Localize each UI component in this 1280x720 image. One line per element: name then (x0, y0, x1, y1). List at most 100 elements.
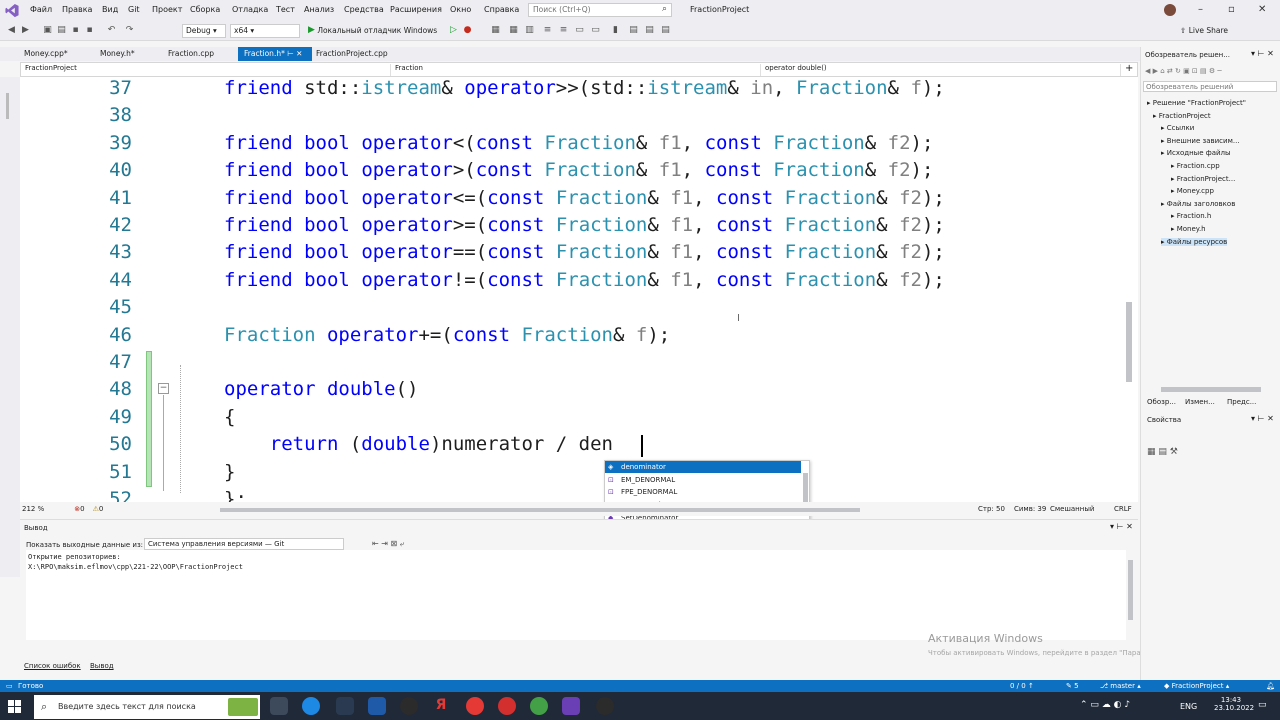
code-line[interactable]: return (double)numerator / den (224, 433, 613, 455)
keyboard-language[interactable]: ENG (1180, 702, 1197, 711)
code-line[interactable]: friend bool operator>(const Fraction& f1… (224, 159, 933, 181)
menu-tools[interactable]: Средства (344, 5, 384, 14)
member-dropdown[interactable]: operator double() (761, 64, 1121, 76)
menu-view[interactable]: Вид (102, 5, 118, 14)
menu-git[interactable]: Git (128, 5, 140, 14)
edge-icon[interactable] (302, 697, 320, 715)
output-toolbar-icons[interactable]: ⇤ ⇥ ⊠ ⤶ (372, 539, 404, 549)
code-line[interactable]: }; (224, 488, 247, 502)
tray-icons[interactable]: ⌃ ▭ ☁ ◐ ♪ (1080, 700, 1130, 710)
status-counts[interactable]: 0 / 0 ↑ (1010, 682, 1034, 690)
solution-tree-item[interactable]: ▸ Fraction.cpp (1171, 162, 1220, 170)
run-button[interactable]: ▶ Локальный отладчик Windows (308, 25, 437, 35)
horizontal-scrollbar[interactable] (220, 508, 860, 512)
menu-debug[interactable]: Отладка (232, 5, 268, 14)
visual-studio-icon[interactable] (562, 697, 580, 715)
code-line[interactable]: Fraction operator+=(const Fraction& f); (224, 324, 670, 346)
tree-scrollbar[interactable] (1161, 387, 1261, 392)
menu-analyze[interactable]: Анализ (304, 5, 334, 14)
menu-edit[interactable]: Правка (62, 5, 92, 14)
line-ending[interactable]: CRLF (1114, 505, 1132, 513)
close-tab-icon[interactable]: ✕ (296, 49, 302, 58)
menu-help[interactable]: Справка (484, 5, 519, 14)
code-line[interactable]: friend bool operator<=(const Fraction& f… (224, 187, 945, 209)
solution-tree-item[interactable]: ▸ Fraction.h (1171, 212, 1211, 220)
solution-toolbar-icons[interactable]: ◀ ▶ ⌂ ⇄ ↻ ▣ ⊡ ▤ ⚙ ─ (1145, 67, 1222, 75)
explorer-icon[interactable] (336, 697, 354, 715)
collapse-icon[interactable]: − (158, 383, 169, 394)
branch-button[interactable]: ⎇ master ▴ (1100, 682, 1141, 690)
save-icon[interactable]: ▪ (70, 25, 81, 36)
solution-tree-item[interactable]: ▸ Файлы ресурсов (1161, 237, 1228, 246)
menu-window[interactable]: Окно (450, 5, 471, 14)
solution-search-input[interactable]: Обозреватель решений (1143, 81, 1277, 92)
tab-fractionproject-cpp[interactable]: FractionProject.cpp (310, 47, 394, 61)
class-dropdown[interactable]: Fraction (391, 64, 761, 76)
notification-center-icon[interactable]: ▭ (1258, 700, 1267, 710)
output-source-select[interactable]: Система управления версиями — Git (144, 538, 344, 550)
avatar[interactable] (1164, 4, 1176, 16)
status-pencil[interactable]: ✎ 5 (1066, 682, 1079, 690)
run-no-debug-icon[interactable]: ▷ (448, 25, 459, 36)
server-explorer-tab[interactable] (6, 93, 9, 119)
code-line[interactable]: friend bool operator>=(const Fraction& f… (224, 214, 945, 236)
intellisense-item[interactable]: ⊡ EM_DENORMAL (605, 474, 801, 486)
store-icon[interactable] (368, 697, 386, 715)
minimize-icon[interactable]: – (1198, 4, 1203, 15)
yandex-icon[interactable]: Я (432, 697, 450, 715)
code-line[interactable]: operator double() (224, 378, 419, 400)
tab-output[interactable]: Вывод (90, 662, 114, 670)
output-scrollbar[interactable] (1128, 560, 1133, 620)
solution-tree-item[interactable]: ▸ Исходные файлы (1161, 149, 1231, 157)
tabs-mode[interactable]: Смешанный (1050, 505, 1094, 513)
tool-icon[interactable]: ▤ (628, 25, 639, 36)
line-number[interactable]: Стр: 50 (978, 505, 1005, 513)
yandex-browser-icon[interactable] (466, 697, 484, 715)
opera-icon[interactable] (498, 697, 516, 715)
tool-icon[interactable]: ▥ (524, 25, 535, 36)
code-line[interactable]: friend bool operator<(const Fraction& f1… (224, 132, 933, 154)
solution-tree-item[interactable]: ▸ FractionProject (1153, 112, 1211, 120)
solution-tree-item[interactable]: ▸ Ссылки (1161, 124, 1194, 132)
tool-icon[interactable]: ▭ (590, 25, 601, 36)
undo-icon[interactable]: ↶ (106, 25, 117, 36)
properties-toolbar-icons[interactable]: ▦ ▤ ⚒ (1147, 447, 1178, 457)
repo-button[interactable]: ◆ FractionProject ▴ (1164, 682, 1229, 690)
project-dropdown[interactable]: FractionProject (21, 64, 391, 76)
tool-icon[interactable]: ▭ (574, 25, 585, 36)
maximize-icon[interactable]: ▫ (1228, 4, 1235, 15)
hot-reload-icon[interactable]: ● (462, 25, 473, 36)
error-count[interactable]: 0 (80, 505, 84, 513)
bookmark-icon[interactable]: ▮ (610, 25, 621, 36)
zoom-level[interactable]: 212 % (22, 505, 44, 513)
tool-icon[interactable]: ▦ (490, 25, 501, 36)
open-icon[interactable]: ▤ (56, 25, 67, 36)
notifications-icon[interactable]: 🔔︎ (1266, 682, 1275, 690)
solution-tree-item[interactable]: ▸ FractionProject... (1171, 175, 1235, 183)
tab-git-changes[interactable]: Измен... (1185, 398, 1215, 406)
tool-icon[interactable]: ▦ (508, 25, 519, 36)
config-select[interactable]: Debug ▾ (182, 24, 226, 38)
intellisense-item[interactable]: ⊡ FPE_DENORMAL (605, 486, 801, 498)
tool-icon[interactable]: ≡ (542, 25, 553, 36)
solution-tree-item[interactable]: ▸ Файлы заголовков (1161, 200, 1235, 208)
properties-options-icon[interactable]: ▾ ⊢ ✕ (1251, 414, 1274, 423)
warning-count[interactable]: 0 (99, 505, 103, 513)
code-line[interactable]: friend bool operator!=(const Fraction& f… (224, 269, 945, 291)
live-share-button[interactable]: ⇧ Live Share (1180, 26, 1228, 35)
split-icon[interactable]: + (1125, 63, 1133, 74)
tab-money-cpp[interactable]: Money.cpp* (18, 47, 74, 61)
new-item-icon[interactable]: ▣ (42, 25, 53, 36)
windows-start-icon[interactable] (8, 700, 21, 713)
menu-extensions[interactable]: Расширения (390, 5, 442, 14)
code-line[interactable]: } (224, 461, 235, 483)
platform-select[interactable]: x64 ▾ (230, 24, 300, 38)
chrome-icon[interactable] (530, 697, 548, 715)
code-line[interactable]: friend bool operator==(const Fraction& f… (224, 241, 945, 263)
forward-icon[interactable]: ▶ (20, 25, 31, 36)
code-line[interactable]: { (224, 406, 235, 428)
solution-tree-item[interactable]: ▸ Money.h (1171, 225, 1206, 233)
menu-project[interactable]: Проект (152, 5, 182, 14)
panel-options-icon[interactable]: ▾ ⊢ ✕ (1251, 49, 1274, 58)
tab-fraction-h[interactable]: Fraction.h* ⊢ ✕ (238, 47, 312, 61)
